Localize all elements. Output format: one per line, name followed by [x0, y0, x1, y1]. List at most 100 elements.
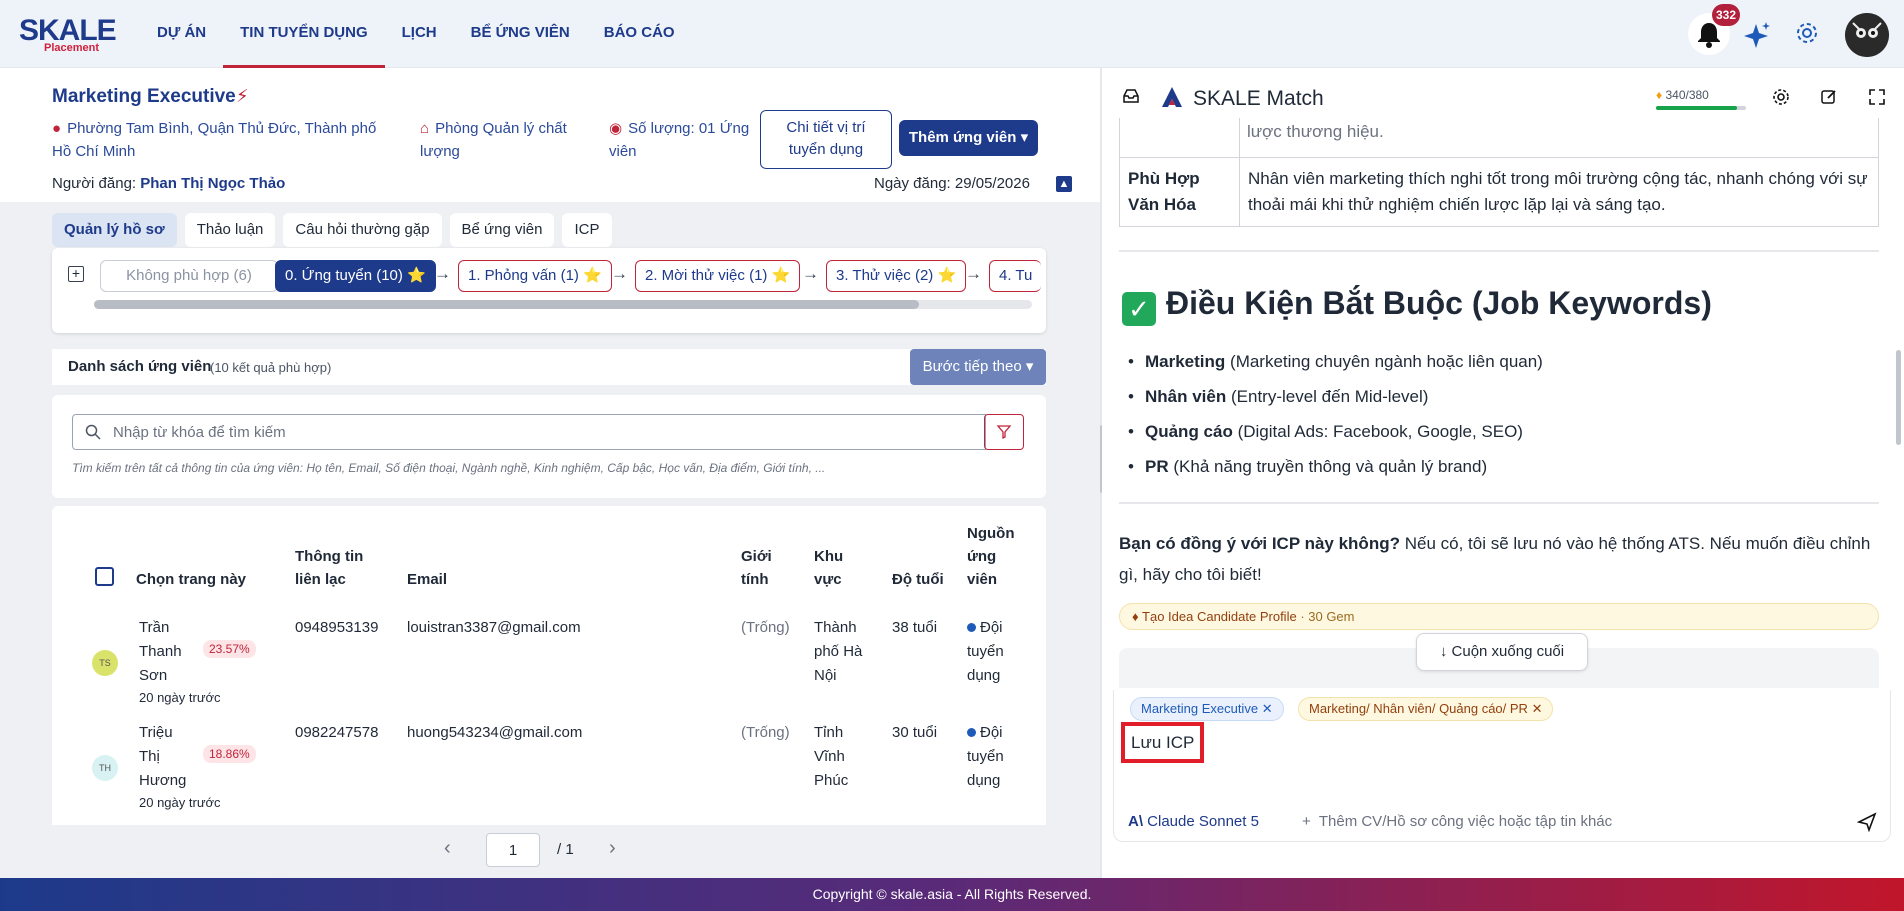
stage-applied[interactable]: 0. Ứng tuyển (10) ⭐: [275, 260, 436, 292]
next-page-icon[interactable]: ›: [609, 837, 616, 860]
filter-icon: [996, 425, 1012, 440]
pagination: ‹ 1 / 1 ›: [52, 825, 1046, 873]
search-input[interactable]: Nhập từ khóa để tìm kiếm: [72, 414, 986, 450]
stage-trial[interactable]: 3. Thử việc (2) ⭐: [826, 260, 967, 292]
keyword-item: Quảng cáo (Digital Ads: Facebook, Google…: [1128, 422, 1523, 442]
plus-icon: +: [1302, 813, 1311, 830]
context-chip[interactable]: Marketing Executive ✕: [1130, 697, 1284, 721]
job-quantity: ◉ Số lượng: 01 Ứng viên: [609, 120, 750, 160]
job-tabs: Quản lý hồ sơ Thảo luận Câu hỏi thường g…: [52, 213, 612, 247]
job-poster: Người đăng: Phan Thị Ngọc Thảo: [52, 175, 286, 192]
job-location: ● Phường Tam Bình, Quận Thủ Đức, Thành ph…: [52, 120, 377, 160]
stage-not-fit[interactable]: Không phù hợp (6): [100, 260, 278, 292]
add-candidate-button[interactable]: Thêm ứng viên ▾: [899, 120, 1038, 156]
stage-interview[interactable]: 1. Phỏng vấn (1) ⭐: [458, 260, 612, 292]
create-icp-button[interactable]: ♦ Tạo Idea Candidate Profile · 30 Gem: [1119, 603, 1879, 630]
avatar: TS: [92, 650, 118, 676]
candidate-search: Nhập từ khóa để tìm kiếm Tìm kiếm trên t…: [52, 395, 1046, 498]
tab-quan-ly-ho-so[interactable]: Quản lý hồ sơ: [52, 213, 177, 247]
gem-progress-fill: [1656, 106, 1737, 110]
expand-icon[interactable]: [1868, 88, 1886, 109]
tab-be-ung-vien[interactable]: Bể ứng viên: [449, 213, 555, 247]
send-icon[interactable]: [1856, 812, 1877, 835]
skale-logo[interactable]: SKALE Placement: [19, 16, 117, 55]
filter-button[interactable]: [984, 414, 1024, 450]
right-scrollbar[interactable]: [1896, 350, 1901, 445]
user-avatar[interactable]: [1845, 13, 1889, 57]
attach-file-button[interactable]: + Thêm CV/Hồ sơ công việc hoặc tập tin k…: [1302, 813, 1612, 830]
stage-next[interactable]: 4. Tu: [989, 260, 1042, 292]
nav-lich[interactable]: LỊCH: [385, 0, 454, 68]
stages-scrollbar-thumb[interactable]: [94, 300, 919, 309]
main-nav: DỰ ÁN TIN TUYỂN DỤNG LỊCH BỂ ỨNG VIÊN BÁ…: [140, 0, 692, 68]
gem-balance: ♦ 340/380: [1656, 88, 1709, 102]
settings-gear-icon[interactable]: [1772, 88, 1790, 109]
source-dot-icon: [967, 728, 976, 737]
gem-icon: ♦: [1656, 88, 1663, 102]
nav-du-an[interactable]: DỰ ÁN: [140, 0, 223, 68]
arrow-icon: →: [802, 264, 819, 283]
search-hint: Tìm kiếm trên tất cả thông tin của ứng v…: [72, 461, 826, 475]
building-icon: ⌂: [420, 120, 430, 137]
prev-page-icon[interactable]: ‹: [444, 837, 451, 860]
candidate-table: Chọn trang này Thông tin liên lạc Email G…: [52, 506, 1046, 846]
job-department: ⌂ Phòng Quản lý chất lượng: [420, 120, 567, 160]
post-date: Ngày đăng: 29/05/2026: [874, 175, 1030, 192]
table-row: Phù Hợp Văn Hóa Nhân viên marketing thích…: [1119, 157, 1879, 227]
model-selector[interactable]: A\ Claude Sonnet 5: [1128, 813, 1259, 830]
arrow-down-icon: ↓: [1439, 643, 1448, 660]
table-border-top: [1119, 118, 1879, 158]
ai-sparkle-icon[interactable]: [1742, 20, 1772, 53]
source-dot-icon: [967, 623, 976, 632]
lightning-icon: ⚡: [236, 86, 249, 106]
search-icon: [85, 424, 101, 443]
tab-thao-luan[interactable]: Thảo luận: [184, 213, 276, 247]
candidate-name[interactable]: Triệu Thị Hương: [139, 721, 186, 793]
candidate-name[interactable]: Trần Thanh Sơn: [139, 616, 182, 688]
context-chip[interactable]: Marketing/ Nhân viên/ Quảng cáo/ PR ✕: [1298, 697, 1554, 721]
top-navbar: SKALE Placement DỰ ÁN TIN TUYỂN DỤNG LỊC…: [0, 0, 1904, 68]
avatar: TH: [92, 755, 118, 781]
stage-trial-invite[interactable]: 2. Mời thử việc (1) ⭐: [635, 260, 801, 292]
divider: [1119, 502, 1879, 504]
edit-icon[interactable]: [1820, 88, 1838, 109]
keywords-heading: ✓ Điều Kiện Bắt Buộc (Job Keywords): [1122, 285, 1712, 326]
job-detail-button[interactable]: Chi tiết vị trí tuyển dụng: [760, 110, 892, 169]
job-title: Marketing Executive: [52, 86, 236, 107]
nav-bao-cao[interactable]: BÁO CÁO: [587, 0, 692, 68]
scroll-to-bottom-button[interactable]: ↓ Cuộn xuống cuối: [1416, 633, 1588, 671]
page-total: / 1: [557, 841, 574, 858]
select-page-checkbox[interactable]: [95, 567, 114, 586]
message-input[interactable]: Lưu ICP: [1121, 722, 1205, 763]
skale-match-logo-icon: [1160, 85, 1184, 112]
close-icon: ✕: [1531, 701, 1543, 716]
anthropic-icon: A\: [1128, 813, 1143, 830]
candidate-list-header: Danh sách ứng viên (10 kết quả phù hợp) …: [52, 349, 1046, 385]
nav-tin-tuyen-dung[interactable]: TIN TUYỂN DỤNG: [223, 0, 385, 68]
arrow-icon: →: [965, 264, 982, 283]
match-badge: 18.86%: [203, 745, 256, 763]
settings-gear-icon[interactable]: [1794, 20, 1820, 49]
location-pin-icon: ●: [52, 120, 62, 137]
check-icon: ✓: [1122, 292, 1156, 326]
icp-table: Phù Hợp Văn Hóa Nhân viên marketing thích…: [1119, 157, 1879, 227]
close-icon: ✕: [1261, 701, 1273, 716]
keyword-item: PR (Khả năng truyền thông và quản lý bra…: [1128, 457, 1487, 477]
footer: Copyright © skale.asia - All Rights Rese…: [0, 878, 1904, 911]
divider: [1119, 250, 1879, 252]
inbox-icon[interactable]: [1122, 88, 1140, 107]
pipeline-stages: + Không phù hợp (6) 0. Ứng tuyển (10) ⭐ …: [52, 248, 1046, 333]
table-border-mid: [1239, 118, 1240, 158]
add-stage-icon[interactable]: +: [68, 266, 84, 282]
nav-be-ung-vien[interactable]: BỂ ỨNG VIÊN: [454, 0, 587, 68]
notification-count-badge: 332: [1712, 4, 1740, 26]
arrow-icon: →: [611, 264, 628, 283]
assistant-question: Bạn có đồng ý với ICP này không? Nếu có,…: [1119, 534, 1871, 584]
job-detail-panel: Marketing Executive ⚡ ● Phường Tam Bình, …: [0, 68, 1100, 878]
scroll-up-button[interactable]: ▲: [1056, 176, 1072, 192]
job-header: Marketing Executive ⚡ ● Phường Tam Bình, …: [0, 68, 1100, 202]
tab-icp[interactable]: ICP: [562, 213, 612, 247]
next-step-button[interactable]: Bước tiếp theo ▾: [910, 349, 1046, 385]
tab-cau-hoi[interactable]: Câu hỏi thường gặp: [283, 213, 442, 247]
page-input[interactable]: 1: [486, 833, 540, 867]
